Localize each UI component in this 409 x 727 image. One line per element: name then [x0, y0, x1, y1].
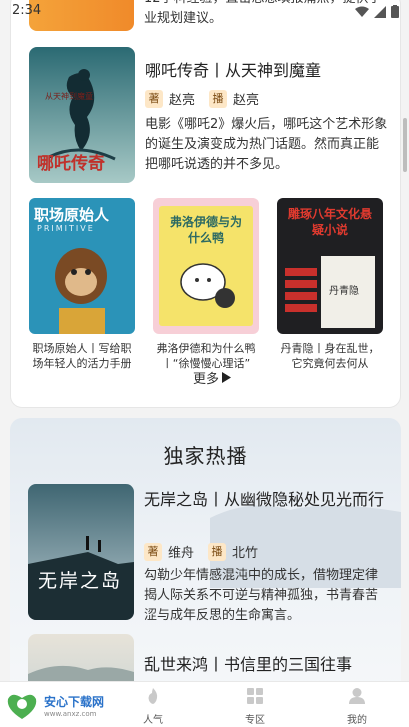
exclusive-book-cover[interactable]: 无岸之岛: [28, 484, 134, 620]
recommend-card: 12学科经验，直击思想填报痛点，提供学业规划建议。 哪吒传奇 从天神到魔童 哪吒…: [10, 0, 401, 408]
feature-cover-title: 哪吒传奇: [37, 154, 105, 174]
nav-item-mine[interactable]: 我的: [327, 687, 387, 726]
feature-credits: 著 赵亮 播 赵亮: [145, 89, 273, 108]
book-item[interactable]: 雕琢八年文化悬疑小说 丹青隐 丹青隐丨身在乱世，它究竟何去何从: [277, 198, 383, 371]
island-cover-art: [28, 484, 134, 620]
grid-icon: [247, 688, 263, 704]
flame-icon: [148, 688, 158, 704]
book-cover-subtitle: 丹青隐: [329, 286, 359, 297]
cover-label-stack: [285, 268, 317, 312]
narrator-name: 赵亮: [233, 93, 260, 108]
signal-icon: [374, 5, 386, 18]
feature-cover-subtitle: 从天神到魔童: [45, 92, 93, 101]
cover-label-bar: [285, 292, 317, 300]
play-arrow-icon: [222, 372, 232, 383]
author-tag: 著: [145, 89, 163, 108]
book-title: 弗洛伊德和为什么鸭丨“徐慢慢心理话”: [156, 342, 256, 370]
monkey-illustration: [55, 248, 107, 334]
narrator-name: 北竹: [232, 546, 259, 561]
narrator-tag: 播: [208, 542, 227, 561]
feature-book-cover[interactable]: 哪吒传奇 从天神到魔童: [29, 47, 135, 183]
narrator-tag: 播: [209, 89, 228, 108]
book-title: 职场原始人丨写给职场年轻人的活力手册: [32, 342, 132, 370]
watermark-main: 安心下载网: [44, 694, 105, 709]
book-item[interactable]: 职场原始人 PRIMITIVE 职场原始人丨写给职场年轻人的活力手册: [29, 198, 135, 371]
nav-label: 人气: [143, 715, 163, 726]
book-cover[interactable]: 职场原始人 PRIMITIVE: [29, 198, 135, 334]
book-item[interactable]: 弗洛伊德与为什么鸭 弗洛伊德和为什么鸭丨“徐慢慢心理话”: [153, 198, 259, 371]
book-title: 丹青隐丨身在乱世，它究竟何去何从: [280, 342, 380, 370]
author-name: 维舟: [168, 546, 195, 561]
author-name: 赵亮: [169, 93, 196, 108]
book-cover-title: 雕琢八年文化悬疑小说: [287, 207, 372, 237]
exclusive-book-title[interactable]: 无岸之岛丨从幽微隐秘处见光而行: [144, 488, 384, 512]
cover-label-bar: [285, 304, 317, 312]
feature-book-title[interactable]: 哪吒传奇丨从天神到魔童: [145, 57, 321, 81]
watermark-text: 安心下载网 www.anxz.com: [44, 693, 104, 718]
scrollbar[interactable]: [403, 118, 407, 172]
book-cover[interactable]: 弗洛伊德与为什么鸭: [153, 198, 259, 334]
exclusive-cover-title: 无岸之岛: [38, 570, 123, 592]
status-bar: 2:34: [0, 0, 409, 24]
exclusive-section: 独家热播 无岸之岛 无岸之岛丨从幽微隐秘处见光而行 著 维舟 播 北竹 勾勒少年…: [10, 418, 401, 718]
section-title: 独家热播: [163, 444, 248, 468]
more-button[interactable]: 更多: [193, 368, 232, 387]
status-icons: [355, 5, 399, 18]
exclusive-book-desc: 勾勒少年情感混沌中的成长，借物理定律揭人际关系不可逆与精神孤独，书青春苦涩与成年…: [144, 568, 379, 623]
watermark-logo-icon: [7, 694, 37, 719]
exclusive-credits: 著 维舟 播 北竹: [144, 542, 272, 561]
more-label: 更多: [193, 372, 220, 387]
feature-book-desc: 电影《哪吒2》爆火后，哪吒这个艺术形象的诞生及演变成为热门话题。然而真正能把哪吒…: [145, 117, 388, 172]
app-screen: 2:34 12学科经验，直击思想填报痛点，提供学业规划建议。 哪吒传奇 从天神到…: [0, 0, 409, 727]
wifi-icon: [355, 6, 369, 17]
nav-label: 我的: [347, 715, 367, 726]
battery-icon: [391, 5, 399, 18]
cat-illustration: [180, 263, 235, 308]
nav-item-popular[interactable]: 人气: [123, 687, 183, 726]
nav-label: 专区: [245, 715, 265, 726]
exclusive-book-title[interactable]: 乱世来鸿丨书信里的三国往事: [144, 651, 352, 675]
watermark: 安心下载网 www.anxz.com: [0, 685, 118, 725]
status-time: 2:34: [12, 3, 42, 18]
cover-label-bar: [285, 280, 317, 288]
book-cover[interactable]: 雕琢八年文化悬疑小说 丹青隐: [277, 198, 383, 334]
nav-item-zone[interactable]: 专区: [225, 687, 285, 726]
watermark-sub: www.anxz.com: [44, 709, 97, 718]
person-icon: [349, 688, 365, 704]
cover-label-bar: [285, 268, 317, 276]
author-tag: 著: [144, 542, 162, 561]
